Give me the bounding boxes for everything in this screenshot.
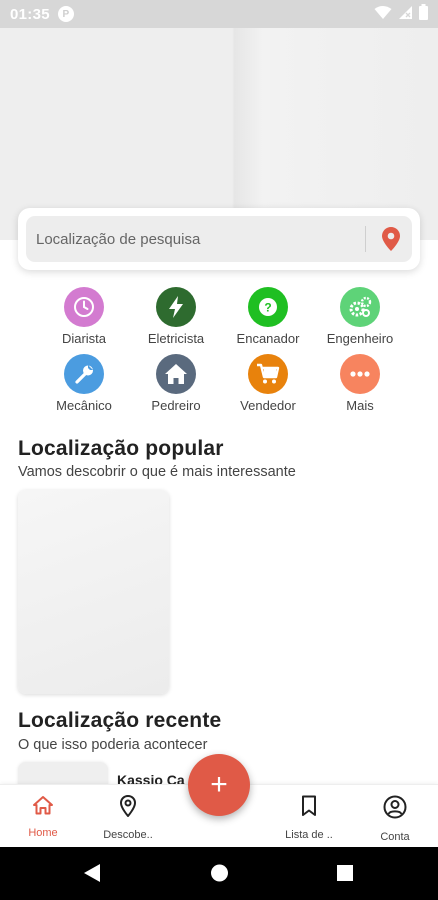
system-navigation-bar — [0, 847, 438, 900]
gears-icon — [340, 287, 380, 327]
search-card — [18, 208, 420, 270]
nav-list[interactable]: Lista de .. — [274, 795, 344, 841]
home-icon — [32, 795, 54, 820]
status-time: 01:35 — [10, 5, 50, 23]
nav-label: Conta — [380, 831, 410, 843]
category-eletricista[interactable]: Eletricista — [130, 287, 222, 346]
account-icon — [383, 795, 407, 824]
category-diarista[interactable]: Diarista — [38, 287, 130, 346]
wifi-icon — [374, 5, 392, 24]
category-grid: Diarista Eletricista ? Encanador Engenhe… — [38, 287, 400, 413]
location-search-input[interactable] — [36, 230, 357, 248]
back-icon[interactable] — [83, 863, 101, 888]
battery-icon — [419, 4, 428, 24]
category-mais[interactable]: Mais — [314, 354, 406, 413]
wrench-icon — [64, 354, 104, 394]
nav-home[interactable]: Home — [8, 795, 78, 839]
category-label: Mecânico — [56, 398, 112, 413]
svg-text:?: ? — [264, 301, 271, 315]
category-label: Pedreiro — [151, 398, 201, 413]
category-vendedor[interactable]: Vendedor — [222, 354, 314, 413]
category-label: Encanador — [236, 331, 300, 346]
search-divider — [365, 226, 366, 252]
map-pin-icon — [119, 794, 137, 822]
popular-section-title: Localização popular — [18, 437, 224, 460]
popular-location-card[interactable] — [18, 490, 169, 694]
category-label: Diarista — [61, 331, 107, 346]
status-bar: 01:35 P — [0, 0, 438, 28]
bolt-icon — [156, 287, 196, 327]
nav-label: Lista de .. — [285, 829, 333, 841]
category-encanador[interactable]: ? Encanador — [222, 287, 314, 346]
home-icon — [156, 354, 196, 394]
clock-icon — [64, 287, 104, 327]
category-label: Engenheiro — [326, 331, 394, 346]
nav-discover[interactable]: Descobe.. — [93, 794, 163, 841]
recents-icon[interactable] — [336, 863, 354, 888]
category-label: Mais — [346, 398, 374, 413]
category-label: Eletricista — [147, 331, 205, 346]
category-label: Vendedor — [240, 398, 296, 413]
category-mecanico[interactable]: Mecânico — [38, 354, 130, 413]
nav-label: Home — [28, 827, 58, 839]
cart-icon — [248, 354, 288, 394]
home-circle-icon[interactable] — [210, 863, 229, 888]
app-notification-icon: P — [57, 6, 74, 22]
recent-section-title: Localização recente — [18, 709, 222, 732]
more-icon — [340, 354, 380, 394]
category-pedreiro[interactable]: Pedreiro — [130, 354, 222, 413]
question-icon: ? — [248, 287, 288, 327]
search-box — [26, 216, 412, 262]
bookmark-icon — [300, 795, 318, 822]
nav-label: Descobe.. — [103, 829, 153, 841]
signal-icon — [398, 5, 413, 24]
recent-section-subtitle: O que isso poderia acontecer — [18, 737, 208, 753]
popular-section-subtitle: Vamos descobrir o que é mais interessant… — [18, 464, 296, 480]
location-pin-icon[interactable] — [380, 226, 402, 252]
add-fab-button[interactable]: + — [188, 754, 250, 816]
category-engenheiro[interactable]: Engenheiro — [314, 287, 406, 346]
nav-account[interactable]: Conta — [360, 795, 430, 843]
